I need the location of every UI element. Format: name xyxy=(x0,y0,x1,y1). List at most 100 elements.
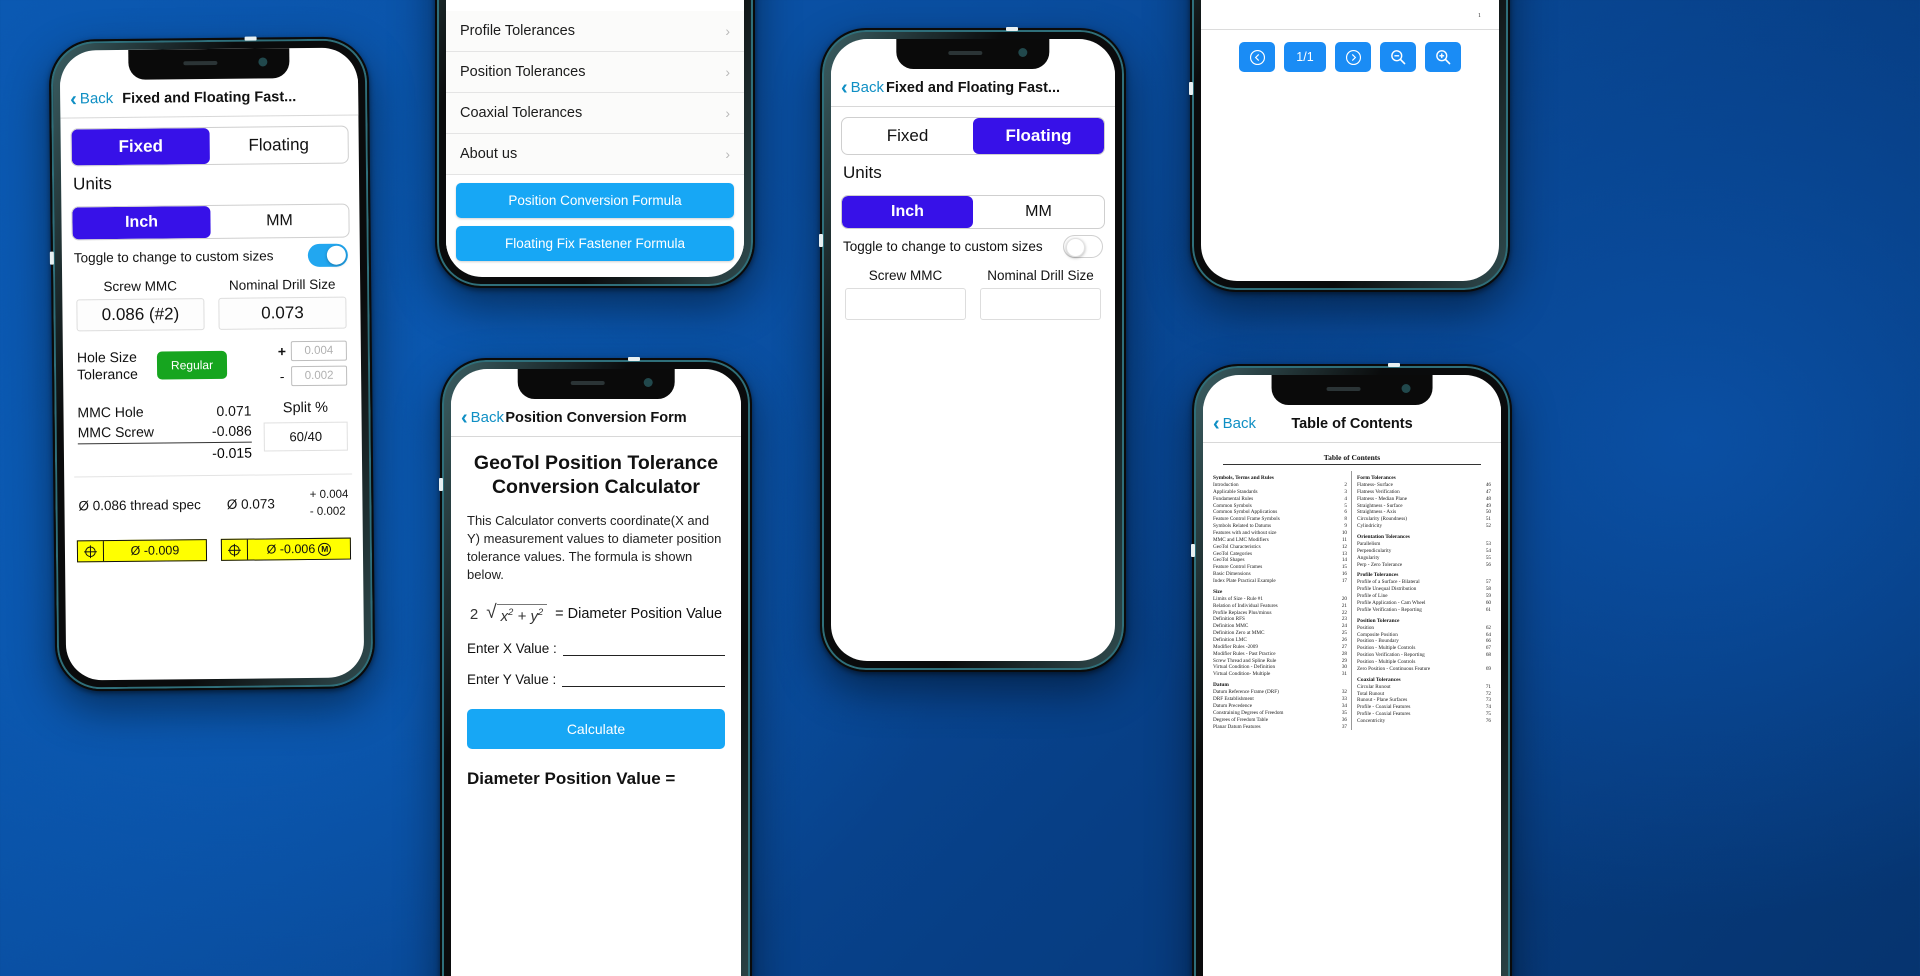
tab-fixed[interactable]: Fixed xyxy=(71,128,210,166)
tab-mm[interactable]: MM xyxy=(210,205,348,238)
toc-entry-title: Perp - Zero Tolerance xyxy=(1357,561,1403,568)
toc-entry[interactable]: Flatness- Surface 46 xyxy=(1357,482,1491,489)
floating-fix-fastener-formula-button[interactable]: Floating Fix Fastener Formula xyxy=(456,226,734,261)
split-percent-input[interactable]: 60/40 xyxy=(263,421,348,452)
toc-entry[interactable]: Parallelism 53 xyxy=(1357,541,1491,548)
toc-entry-page: 30 xyxy=(1341,664,1347,671)
units-segmented-control[interactable]: Inch MM xyxy=(71,203,350,241)
toc-entry[interactable]: Straightness - Surface 49 xyxy=(1357,503,1491,510)
tab-inch[interactable]: Inch xyxy=(72,206,211,240)
toc-entry[interactable]: GeoTol Characteristics 12 xyxy=(1213,544,1347,551)
plus-tolerance-input[interactable]: 0.004 xyxy=(290,340,347,362)
toc-entry[interactable]: GeoTol Shapes 14 xyxy=(1213,557,1347,564)
custom-size-toggle[interactable] xyxy=(307,243,348,267)
toc-entry[interactable]: Modifier Rules - Past Practice 28 xyxy=(1213,651,1347,658)
toc-entry[interactable]: Datum Precedence 34 xyxy=(1213,703,1347,710)
menu-item-profile-tolerances[interactable]: Profile Tolerances › xyxy=(446,11,744,52)
toc-entry[interactable]: Applicable Standards 3 xyxy=(1213,489,1347,496)
toc-entry[interactable]: Perpendicularity 54 xyxy=(1357,548,1491,555)
toc-entry[interactable]: Zero Position - Continuous Feature 69 xyxy=(1357,666,1491,673)
back-button[interactable]: ‹ Back xyxy=(1213,414,1256,434)
toc-entry[interactable]: Modifier Rules -2009 27 xyxy=(1213,644,1347,651)
pdf-prev-page-button[interactable] xyxy=(1239,42,1275,72)
toc-entry[interactable]: Profile Application - Cam Wheel 60 xyxy=(1357,600,1491,607)
toc-entry[interactable]: Concentricity 76 xyxy=(1357,718,1491,725)
toc-entry[interactable]: MMC and LMC Modifiers 11 xyxy=(1213,537,1347,544)
toc-entry-page: 25 xyxy=(1341,630,1347,637)
regular-tolerance-button[interactable]: Regular xyxy=(156,350,228,380)
toc-entry[interactable]: Definition LMC 26 xyxy=(1213,637,1347,644)
toc-entry[interactable]: DRF Establishment 33 xyxy=(1213,696,1347,703)
chevron-right-icon: › xyxy=(725,146,730,162)
toc-entry[interactable]: Angularity 55 xyxy=(1357,555,1491,562)
toc-entry[interactable]: Flatness - Median Plane 48 xyxy=(1357,496,1491,503)
toc-entry[interactable]: Feature Control Frames 15 xyxy=(1213,564,1347,571)
toc-entry-title: Constraining Degrees of Freedom xyxy=(1213,709,1284,716)
units-segmented-control[interactable]: Inch MM xyxy=(841,195,1105,229)
toc-entry[interactable]: Virtual Condition - Definition 30 xyxy=(1213,664,1347,671)
minus-tolerance-input[interactable]: 0.002 xyxy=(291,365,348,387)
toc-entry[interactable]: Degrees of Freedom Table 36 xyxy=(1213,717,1347,724)
menu-item-about-us[interactable]: About us › xyxy=(446,134,744,175)
pdf-next-page-button[interactable] xyxy=(1335,42,1371,72)
toc-entry[interactable]: Composite Position 64 xyxy=(1357,632,1491,639)
toc-entry-title: Planar Datum Features xyxy=(1213,723,1261,730)
toc-entry[interactable]: Circular Runout 71 xyxy=(1357,684,1491,691)
toc-entry[interactable]: Feature Control Frame Symbols 8 xyxy=(1213,516,1347,523)
toc-entry[interactable]: Constraining Degrees of Freedom 35 xyxy=(1213,710,1347,717)
y-value-input[interactable] xyxy=(562,670,725,687)
toc-entry[interactable]: Basic Dimensions 16 xyxy=(1213,571,1347,578)
toc-entry[interactable]: Profile of Line 59 xyxy=(1357,593,1491,600)
pdf-zoom-out-button[interactable] xyxy=(1380,42,1416,72)
screw-mmc-input[interactable]: 0.086 (#2) xyxy=(76,298,205,332)
toc-entry[interactable]: Flatness Verification 47 xyxy=(1357,489,1491,496)
toc-group-heading: Form Tolerances xyxy=(1357,475,1396,481)
x-value-input[interactable] xyxy=(562,639,725,656)
toc-entry[interactable]: Relation of Individual Features 21 xyxy=(1213,603,1347,610)
menu-item-coaxial-tolerances[interactable]: Coaxial Tolerances › xyxy=(446,93,744,134)
toc-entry[interactable]: Cylindricity 52 xyxy=(1357,523,1491,530)
toc-entry-title: Position xyxy=(1357,624,1375,631)
toc-entry[interactable]: Position Verification - Reporting 68 xyxy=(1357,652,1491,659)
mode-segmented-control[interactable]: Fixed Floating xyxy=(841,117,1105,155)
toc-entry[interactable]: Position - Multiple Controls xyxy=(1357,659,1491,666)
toc-entry[interactable]: Perp - Zero Tolerance 56 xyxy=(1357,562,1491,569)
nominal-drill-input[interactable] xyxy=(980,288,1101,320)
toc-entry[interactable]: Common Symbol Applications 6 xyxy=(1213,509,1347,516)
toc-entry[interactable]: Limits of Size - Rule #1 20 xyxy=(1213,596,1347,603)
position-conversion-formula-button[interactable]: Position Conversion Formula xyxy=(456,183,734,218)
custom-size-toggle[interactable] xyxy=(1063,235,1103,258)
toc-entry[interactable]: Profile - Coaxial Features 75 xyxy=(1357,711,1491,718)
tab-inch[interactable]: Inch xyxy=(842,196,973,228)
toc-entry[interactable]: Features with and without size 10 xyxy=(1213,530,1347,537)
toc-entry[interactable]: Common Symbols 5 xyxy=(1213,503,1347,510)
toc-entry[interactable]: Symbols Related to Datums 9 xyxy=(1213,523,1347,530)
tab-mm[interactable]: MM xyxy=(973,196,1104,228)
toc-entry[interactable]: Circularity (Roundness) 51 xyxy=(1357,516,1491,523)
toc-entry[interactable]: Fundamental Rules 4 xyxy=(1213,496,1347,503)
back-button[interactable]: ‹ Back xyxy=(70,88,113,110)
pdf-zoom-in-button[interactable] xyxy=(1425,42,1461,72)
calculate-button[interactable]: Calculate xyxy=(467,708,725,749)
toc-entry-page: 9 xyxy=(1344,523,1347,530)
back-button[interactable]: ‹ Back xyxy=(461,408,504,428)
tab-fixed[interactable]: Fixed xyxy=(842,118,973,154)
toc-entry[interactable]: Datum Reference Frame (DRF) 32 xyxy=(1213,689,1347,696)
toc-entry[interactable]: Introduction 2 xyxy=(1213,482,1347,489)
toc-entry[interactable]: Virtual Condition- Multiple 31 xyxy=(1213,671,1347,678)
toc-entry[interactable]: Position - Boundary 66 xyxy=(1357,638,1491,645)
nominal-drill-input[interactable]: 0.073 xyxy=(218,296,347,330)
toc-entry[interactable]: GeoTol Categories 13 xyxy=(1213,551,1347,558)
drill-spec-text: Ø 0.073 xyxy=(226,496,275,513)
menu-item-position-tolerances[interactable]: Position Tolerances › xyxy=(446,52,744,93)
tab-floating[interactable]: Floating xyxy=(210,127,348,164)
toc-entry-page: 14 xyxy=(1341,557,1347,564)
screw-mmc-input[interactable] xyxy=(845,288,966,320)
mode-segmented-control[interactable]: Fixed Floating xyxy=(70,125,349,167)
toc-entry[interactable]: Position 62 xyxy=(1357,625,1491,632)
toc-entry[interactable]: Index Plate Practical Example 17 xyxy=(1213,578,1347,585)
back-button[interactable]: ‹ Back xyxy=(841,78,884,98)
tab-floating[interactable]: Floating xyxy=(973,118,1104,154)
toc-entry[interactable]: Profile Verification - Reporting 61 xyxy=(1357,607,1491,614)
toc-entry[interactable]: Planar Datum Features 37 xyxy=(1213,724,1347,731)
